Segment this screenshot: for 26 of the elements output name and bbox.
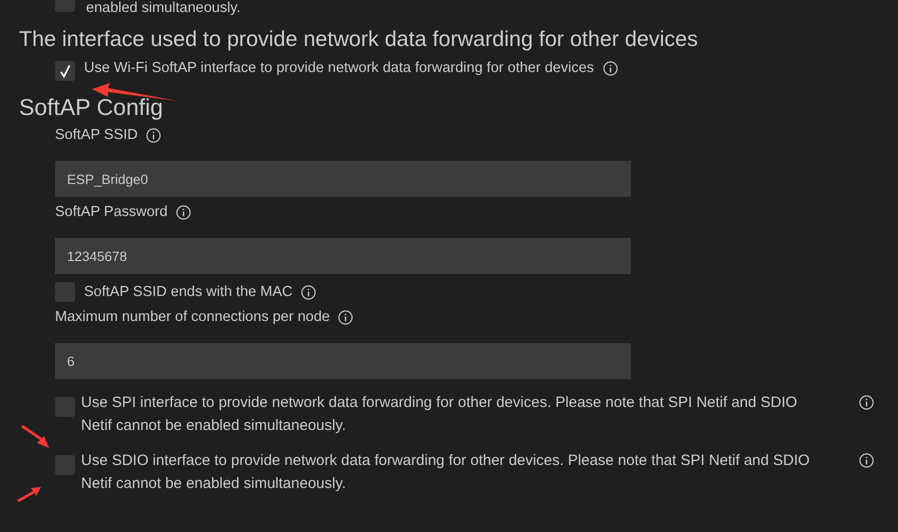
section-title: SoftAP Config — [19, 95, 164, 120]
checkbox[interactable] — [55, 455, 75, 475]
info-icon[interactable] — [338, 310, 353, 324]
option-label: enabled simultaneously. — [86, 0, 240, 18]
annotation-arrow — [17, 487, 41, 502]
input-field[interactable]: 12345678 — [55, 238, 631, 274]
checkbox[interactable] — [55, 61, 75, 81]
option-label: Use SDIO interface to provide network data forwarding for other devices. Please note that SPI Netif and SDIO Netif cannot be enabled simultaneously. — [81, 451, 811, 494]
info-icon[interactable] — [859, 453, 874, 468]
option-label: SoftAP SSID ends with the MAC — [84, 283, 292, 302]
field-label: Maximum number of connections per node — [55, 308, 330, 327]
option-label: Use Wi-Fi SoftAP interface to provide network data forwarding for other devices — [84, 59, 594, 78]
info-icon[interactable] — [602, 60, 618, 76]
input-field[interactable]: ESP_Bridge0 — [55, 161, 631, 197]
input-field[interactable]: 6 — [55, 343, 631, 379]
annotation-arrow — [21, 425, 49, 448]
info-icon[interactable] — [176, 204, 191, 220]
section-title: The interface used to provide network data forwarding for other devices — [18, 26, 699, 53]
field-label: SoftAP SSID — [55, 126, 138, 145]
info-icon[interactable] — [301, 284, 316, 300]
info-icon[interactable] — [146, 128, 161, 142]
checkbox[interactable] — [55, 282, 75, 302]
field-label: SoftAP Password — [55, 203, 168, 222]
checkbox[interactable] — [55, 397, 75, 417]
info-icon[interactable] — [859, 395, 874, 410]
option-label: Use SPI interface to provide network data forwarding for other devices. Please note that SPI Netif and SDIO Netif cannot be enabled simultaneously. — [81, 393, 798, 436]
